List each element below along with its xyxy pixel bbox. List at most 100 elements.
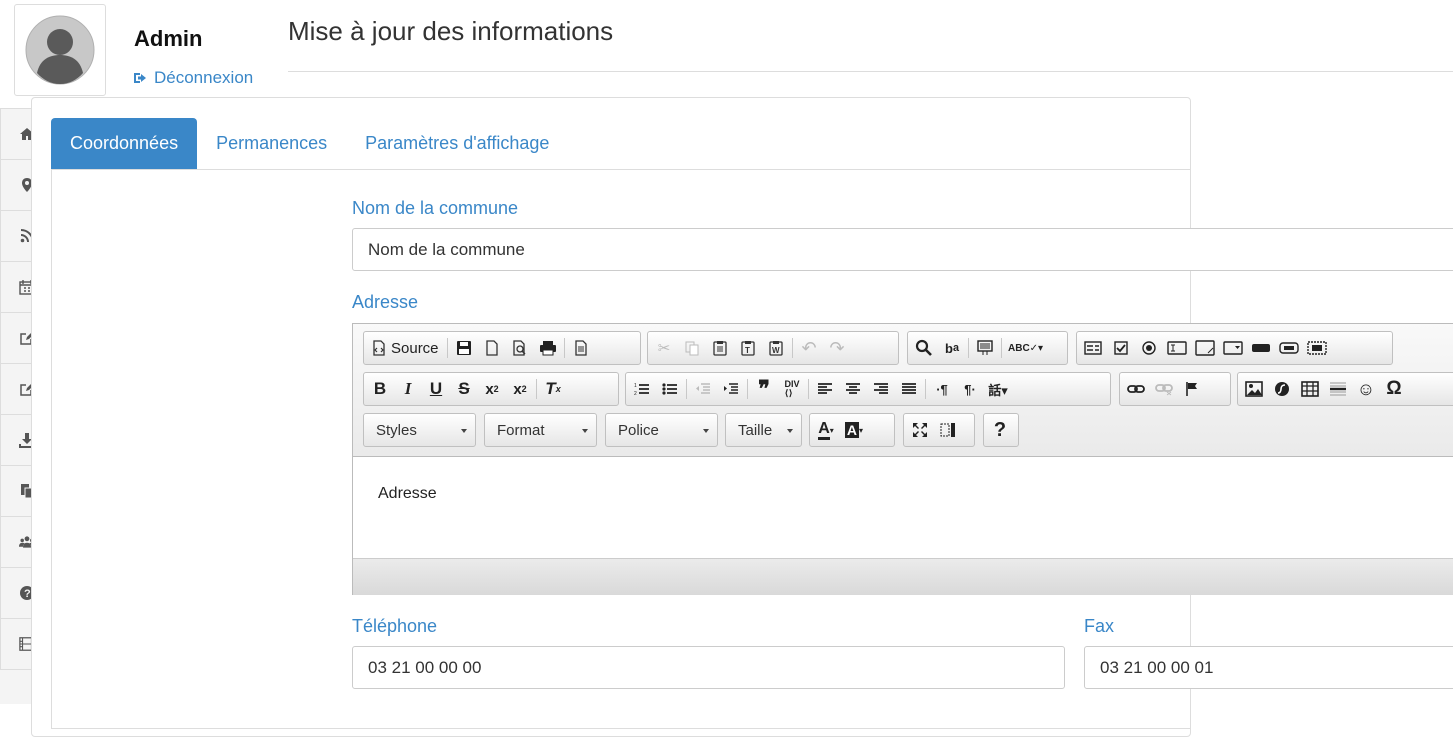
special-char-icon[interactable]: Ω	[1380, 375, 1408, 403]
toolbar-group-about: ?	[983, 413, 1019, 447]
toolbar-group-clipboard: ✂ T W ↶ ↷	[647, 331, 899, 365]
tab-0[interactable]: Coordonnées	[51, 118, 198, 169]
tab-2[interactable]: Paramètres d'affichage	[346, 118, 568, 169]
numbered-list-icon[interactable]: 12	[628, 375, 656, 403]
cut-icon[interactable]: ✂	[650, 334, 678, 362]
help-icon[interactable]: ?	[986, 416, 1014, 444]
svg-text:1: 1	[634, 383, 637, 389]
textarea-icon[interactable]	[1191, 334, 1219, 362]
undo-icon[interactable]: ↶	[795, 334, 823, 362]
horizontal-rule-icon[interactable]	[1324, 375, 1352, 403]
templates-icon[interactable]	[567, 334, 595, 362]
sign-out-icon	[134, 73, 146, 83]
spellcheck-icon[interactable]: ABC✓▾	[1004, 334, 1047, 362]
remove-format-icon[interactable]: Tx	[539, 375, 567, 403]
page-title: Mise à jour des informations	[288, 16, 614, 46]
flash-icon[interactable]	[1268, 375, 1296, 403]
redo-icon[interactable]: ↷	[823, 334, 851, 362]
hidden-field-icon[interactable]	[1303, 334, 1331, 362]
smiley-icon[interactable]: ☺	[1352, 375, 1380, 403]
source-button[interactable]: Source	[366, 334, 445, 362]
align-center-icon[interactable]	[839, 375, 867, 403]
copy-icon[interactable]	[678, 334, 706, 362]
underline-icon[interactable]: U	[422, 375, 450, 403]
outdent-icon[interactable]	[689, 375, 717, 403]
chevron-down-icon	[787, 429, 793, 433]
chevron-down-icon	[703, 429, 709, 433]
image-button-icon[interactable]	[1275, 334, 1303, 362]
select-all-icon[interactable]	[971, 334, 999, 362]
blockquote-icon[interactable]: ❞	[750, 375, 778, 403]
svg-text:?: ?	[24, 588, 31, 600]
align-left-icon[interactable]	[811, 375, 839, 403]
adresse-label: Adresse	[352, 292, 419, 312]
chevron-down-icon	[582, 429, 588, 433]
editor-content-area[interactable]: Adresse	[353, 457, 1453, 558]
form-icon[interactable]	[1079, 334, 1107, 362]
indent-icon[interactable]	[717, 375, 745, 403]
toolbar-group-forms	[1076, 331, 1393, 365]
anchor-icon[interactable]	[1178, 375, 1206, 403]
maximize-icon[interactable]	[906, 416, 934, 444]
format-combo[interactable]: Format	[484, 413, 597, 447]
styles-combo[interactable]: Styles	[363, 413, 476, 447]
fax-input[interactable]: 03 21 00 00 01	[1084, 646, 1453, 689]
styles-combo-label: Styles	[376, 421, 417, 439]
telephone-input[interactable]: 03 21 00 00 00	[352, 646, 1065, 689]
find-icon[interactable]	[910, 334, 938, 362]
button-field-icon[interactable]	[1247, 334, 1275, 362]
toolbar-group-links	[1119, 372, 1231, 406]
commune-input[interactable]: Nom de la commune	[352, 228, 1453, 271]
bold-icon[interactable]: B	[366, 375, 394, 403]
font-combo[interactable]: Police	[605, 413, 718, 447]
text-color-icon[interactable]: A ▾	[812, 416, 840, 444]
new-page-icon[interactable]	[478, 334, 506, 362]
paste-icon[interactable]	[706, 334, 734, 362]
save-icon[interactable]	[450, 334, 478, 362]
table-icon[interactable]	[1296, 375, 1324, 403]
toolbar-group-paragraph: 12 ❞ DIV ⟨⟩ ·¶ ¶· 話▾	[625, 372, 1111, 406]
logout-label: Déconnexion	[154, 68, 254, 87]
toolbar-group-basicstyles: B I U S x2 x2 Tx	[363, 372, 619, 406]
checkbox-icon[interactable]	[1107, 334, 1135, 362]
bulleted-list-icon[interactable]	[656, 375, 684, 403]
toolbar-separator	[747, 379, 748, 399]
svg-text:W: W	[772, 346, 780, 355]
strike-icon[interactable]: S	[450, 375, 478, 403]
fax-label: Fax	[1084, 616, 1115, 636]
toolbar-separator	[536, 379, 537, 399]
ltr-icon[interactable]: ·¶	[928, 375, 956, 403]
paste-word-icon[interactable]: W	[762, 334, 790, 362]
link-icon[interactable]	[1122, 375, 1150, 403]
toolbar-separator	[563, 338, 565, 358]
size-combo[interactable]: Taille	[725, 413, 802, 447]
align-justify-icon[interactable]	[895, 375, 923, 403]
title-divider	[288, 71, 1453, 72]
unlink-icon[interactable]	[1150, 375, 1178, 403]
preview-icon[interactable]	[506, 334, 534, 362]
toolbar-group-tools	[903, 413, 975, 447]
italic-icon[interactable]: I	[394, 375, 422, 403]
language-icon[interactable]: 話▾	[984, 375, 1012, 403]
align-right-icon[interactable]	[867, 375, 895, 403]
subscript-icon[interactable]: x2	[478, 375, 506, 403]
editor-content-text: Adresse	[378, 485, 437, 502]
superscript-icon[interactable]: x2	[506, 375, 534, 403]
tab-1[interactable]: Permanences	[197, 118, 346, 169]
logout-link[interactable]: Déconnexion	[133, 68, 253, 88]
image-icon[interactable]	[1240, 375, 1268, 403]
toolbar-group-colors: A ▾ A ▾	[809, 413, 895, 447]
select-field-icon[interactable]	[1219, 334, 1247, 362]
show-blocks-icon[interactable]	[934, 416, 962, 444]
rtl-icon[interactable]: ¶·	[956, 375, 984, 403]
text-field-icon[interactable]	[1163, 334, 1191, 362]
print-icon[interactable]	[534, 334, 562, 362]
toolbar-separator	[808, 379, 809, 399]
replace-icon[interactable]: ba	[938, 334, 966, 362]
bg-color-icon[interactable]: A ▾	[840, 416, 868, 444]
radio-icon[interactable]	[1135, 334, 1163, 362]
create-div-icon[interactable]: DIV ⟨⟩	[778, 375, 806, 403]
paste-text-icon[interactable]: T	[734, 334, 762, 362]
svg-text:2: 2	[634, 391, 637, 396]
source-icon	[373, 340, 385, 356]
